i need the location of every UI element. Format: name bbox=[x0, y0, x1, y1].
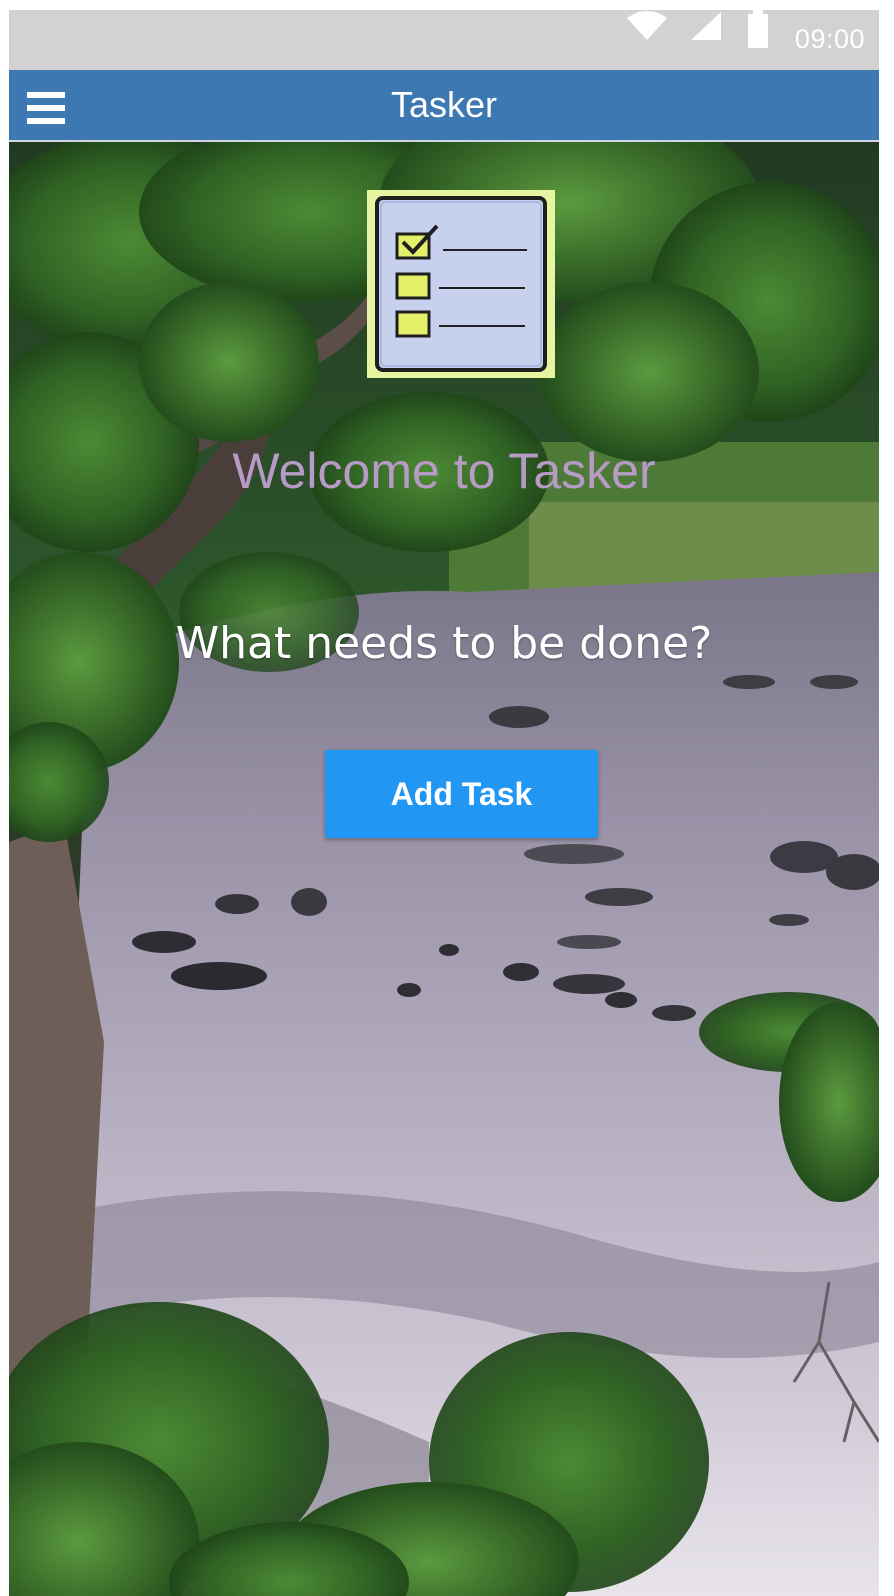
app-bar: Tasker bbox=[9, 70, 879, 142]
signal-icon bbox=[691, 12, 721, 40]
checklist-icon bbox=[367, 190, 555, 378]
main-content: Welcome to Tasker What needs to be done?… bbox=[9, 142, 879, 1596]
status-time: 09:00 bbox=[794, 24, 865, 54]
status-bar: 09:00 bbox=[9, 10, 879, 70]
wifi-icon bbox=[627, 11, 667, 40]
prompt-text: What needs to be done? bbox=[175, 618, 713, 669]
add-task-button[interactable]: Add Task bbox=[325, 750, 598, 838]
welcome-title: Welcome to Tasker bbox=[232, 443, 656, 499]
phone-screen: 09:00 Tasker Welcome to Tasker What need… bbox=[9, 10, 879, 1596]
app-title: Tasker bbox=[390, 84, 498, 125]
battery-icon bbox=[748, 10, 768, 48]
